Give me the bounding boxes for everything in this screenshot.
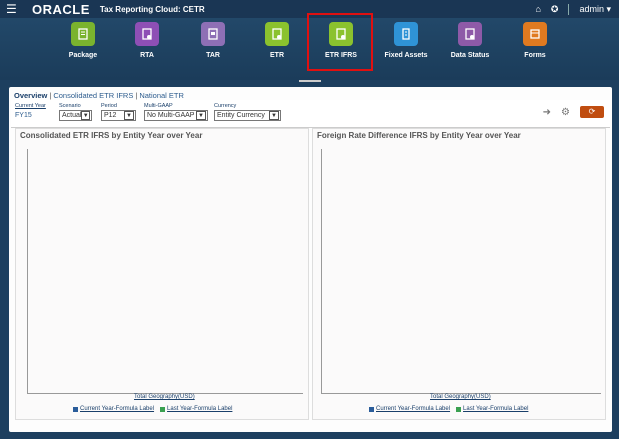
legend-item-last-year[interactable]: Last Year-Formula Label: [456, 406, 528, 412]
chart-x-axis-label[interactable]: Total Geography(USD): [430, 394, 491, 400]
legend-item-last-year[interactable]: Last Year-Formula Label: [160, 406, 232, 412]
nav-tar[interactable]: TAR: [183, 22, 243, 59]
pov-multi-gaap: Multi-GAAP No Multi-GAAP ▼: [144, 103, 208, 121]
legend-swatch: [456, 406, 462, 412]
currency-select[interactable]: Entity Currency ▼: [214, 110, 281, 121]
tab-consolidated-etr-ifrs[interactable]: Consolidated ETR IFRS: [53, 91, 133, 100]
pov-label: Scenario: [59, 103, 81, 109]
pov-label: Period: [101, 103, 117, 109]
chart-foreign-rate-difference: Foreign Rate Difference IFRS by Entity Y…: [312, 128, 606, 420]
nav-label: ETR: [270, 52, 284, 59]
chevron-down-icon: ▼: [196, 111, 206, 120]
pov-currency: Currency Entity Currency ▼: [214, 103, 281, 121]
user-menu[interactable]: admin ▾: [579, 4, 611, 15]
chart-x-axis-label[interactable]: Total Geography(USD): [134, 394, 195, 400]
nav-data-status[interactable]: Data Status: [440, 22, 500, 59]
gear-icon[interactable]: ⚙: [561, 107, 570, 118]
pov-period: Period P12 ▼: [101, 103, 136, 121]
chart-legend: Current Year-Formula Label Last Year-For…: [73, 406, 232, 412]
pov-scenario: Scenario Actual ▼: [59, 103, 92, 121]
menu-icon[interactable]: ☰: [6, 0, 24, 18]
forms-icon: [523, 22, 547, 46]
select-value: Entity Currency: [217, 112, 265, 119]
legend-label: Current Year-Formula Label: [80, 406, 155, 412]
select-value: No Multi-GAAP: [147, 112, 195, 119]
pov-bar: Current Year FY15 Scenario Actual ▼ Perio…: [11, 100, 610, 128]
tab-national-etr[interactable]: National ETR: [139, 91, 184, 100]
legend-swatch: [160, 406, 166, 412]
chevron-down-icon: ▼: [81, 111, 90, 120]
chart-plot-area: [321, 149, 601, 394]
data-status-icon: [458, 22, 482, 46]
user-name: admin: [579, 3, 604, 14]
legend-label: Current Year-Formula Label: [376, 406, 451, 412]
divider: [568, 3, 570, 15]
building-icon: [394, 22, 418, 46]
chart-plot-area: [27, 149, 303, 394]
chevron-down-icon: ▼: [269, 111, 279, 120]
tab-bar: Overview | Consolidated ETR IFRS | National …: [14, 91, 184, 100]
chevron-down-icon: ▼: [124, 111, 134, 120]
go-arrow-icon[interactable]: ➜: [543, 107, 551, 118]
period-select[interactable]: P12 ▼: [101, 110, 136, 121]
chart-consolidated-etr: Consolidated ETR IFRS by Entity Year ove…: [15, 128, 309, 420]
nav-etr[interactable]: ETR: [247, 22, 307, 59]
main-panel: Overview | Consolidated ETR IFRS | National …: [9, 87, 612, 432]
selected-nav-highlight: [307, 13, 373, 71]
chart-legend: Current Year-Formula Label Last Year-For…: [369, 406, 528, 412]
nav-package[interactable]: Package: [53, 22, 113, 59]
pov-label: Currency: [214, 103, 237, 109]
etr-icon: [265, 22, 289, 46]
collapse-handle[interactable]: [299, 80, 321, 82]
scenario-select[interactable]: Actual ▼: [59, 110, 92, 121]
chart-title: Consolidated ETR IFRS by Entity Year ove…: [20, 131, 203, 140]
home-icon[interactable]: ⌂: [535, 4, 540, 14]
legend-item-current-year[interactable]: Current Year-Formula Label: [369, 406, 450, 412]
nav-label: Package: [68, 52, 98, 59]
oracle-logo: ORACLE: [32, 1, 90, 17]
tar-icon: [201, 22, 225, 46]
nav-label: Forms: [524, 52, 546, 59]
nav-fixed-assets[interactable]: Fixed Assets: [376, 22, 436, 59]
pov-label: Multi-GAAP: [144, 103, 173, 109]
chart-title: Foreign Rate Difference IFRS by Entity Y…: [317, 131, 521, 140]
nav-rta[interactable]: RTA: [117, 22, 177, 59]
current-year-value[interactable]: FY15: [15, 112, 46, 119]
nav-label: Data Status: [450, 52, 490, 59]
rta-icon: [135, 22, 159, 46]
accessibility-icon[interactable]: ✪: [551, 4, 559, 15]
tab-overview[interactable]: Overview: [14, 91, 47, 100]
legend-swatch: [73, 406, 78, 412]
top-right-controls: ⌂ ✪ admin ▾: [535, 0, 611, 18]
select-value: Actual: [62, 112, 82, 119]
package-icon: [71, 22, 95, 46]
legend-label: Last Year-Formula Label: [463, 406, 529, 412]
pov-toolbar: ➜ ⚙ ⟳: [543, 106, 604, 118]
pov-current-year: Current Year FY15: [15, 103, 46, 119]
nav-label: Fixed Assets: [384, 52, 428, 59]
nav-label: RTA: [140, 52, 154, 59]
pov-label: Current Year: [15, 103, 46, 109]
nav-label: TAR: [206, 52, 220, 59]
legend-item-current-year[interactable]: Current Year-Formula Label: [73, 406, 154, 412]
select-value: P12: [104, 112, 117, 119]
refresh-button[interactable]: ⟳: [580, 106, 604, 118]
legend-label: Last Year-Formula Label: [167, 406, 233, 412]
nav-forms[interactable]: Forms: [505, 22, 565, 59]
multi-gaap-select[interactable]: No Multi-GAAP ▼: [144, 110, 208, 121]
legend-swatch: [369, 406, 374, 412]
app-title: Tax Reporting Cloud: CETR: [99, 4, 205, 14]
